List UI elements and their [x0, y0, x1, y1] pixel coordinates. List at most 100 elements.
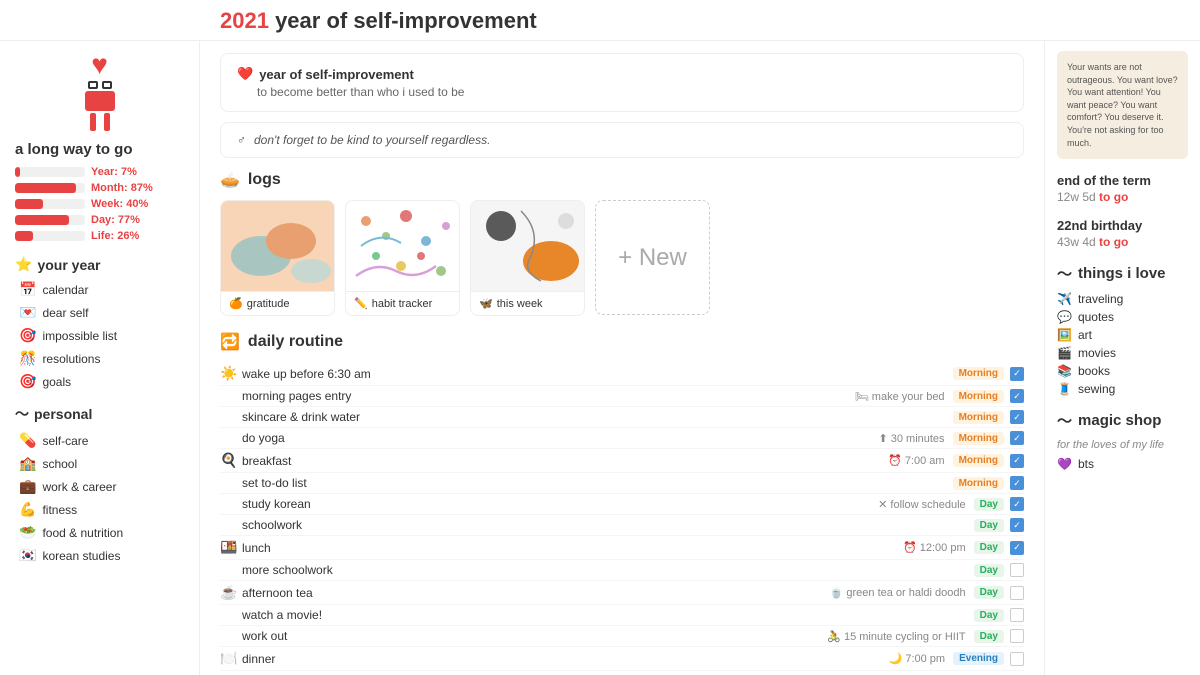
new-log-button[interactable]: + New: [595, 200, 710, 315]
log-thumb: [471, 201, 585, 291]
year-highlight: 2021: [220, 8, 269, 33]
sidebar-item-dear-self[interactable]: 💌dear self: [15, 302, 184, 323]
routine-period: Day: [974, 541, 1004, 554]
sidebar-label: resolutions: [42, 352, 100, 366]
avatar-section: ♥: [15, 51, 184, 131]
sidebar-icon: 📅: [19, 281, 36, 298]
sidebar-item-impossible-list[interactable]: 🎯impossible list: [15, 325, 184, 346]
quote-card: Your wants are not outrageous. You want …: [1057, 51, 1188, 159]
routine-checkbox[interactable]: [1010, 629, 1024, 643]
log-card-this-week[interactable]: 🦋 this week: [470, 200, 585, 316]
log-label: 🦋 this week: [471, 291, 584, 315]
page-wrapper: 2021 year of self-improvement ♥: [0, 0, 1200, 675]
magic-item-bts[interactable]: 💜bts: [1057, 457, 1188, 471]
milestone-item: 22nd birthday 43w 4d to go: [1057, 218, 1188, 249]
routine-checkbox[interactable]: [1010, 563, 1024, 577]
routine-checkbox[interactable]: [1010, 586, 1024, 600]
routine-checkbox[interactable]: ✓: [1010, 518, 1024, 532]
routine-item-name: afternoon tea: [242, 586, 830, 600]
sidebar-item-korean-studies[interactable]: 🇰🇷korean studies: [15, 545, 184, 566]
log-card-gratitude[interactable]: 🍊 gratitude: [220, 200, 335, 316]
wave3-icon: 〜: [1057, 410, 1072, 431]
things-item-books[interactable]: 📚books: [1057, 364, 1188, 378]
routine-item-name: morning pages entry: [242, 389, 855, 403]
log-thumb: [221, 201, 335, 291]
progress-label: Day: 77%: [91, 214, 140, 226]
routine-row: do yoga ⬆ 30 minutes Morning ✓: [220, 428, 1024, 449]
routine-item-note: 🚴 15 minute cycling or HIIT: [827, 630, 965, 643]
things-item-art[interactable]: 🖼️art: [1057, 328, 1188, 342]
sidebar-item-work-&-career[interactable]: 💼work & career: [15, 476, 184, 497]
logs-grid: 🍊 gratitude ✏️ habit tracker 🦋 this week: [220, 200, 1024, 316]
magic-section: 〜 magic shop for the loves of my life 💜b…: [1057, 410, 1188, 471]
progress-bar-fill: [15, 167, 20, 177]
routine-period: Day: [974, 630, 1004, 643]
magic-list: 💜bts: [1057, 457, 1188, 471]
sidebar-label: fitness: [42, 503, 77, 517]
things-label: movies: [1078, 346, 1116, 360]
pie-icon: 🥧: [220, 170, 240, 190]
page-header: 2021 year of self-improvement: [0, 0, 1200, 41]
sidebar-label: self-care: [42, 434, 88, 448]
avatar-legs: [90, 113, 110, 131]
leg-left: [90, 113, 96, 131]
things-icon: 🎬: [1057, 346, 1072, 360]
log-label: ✏️ habit tracker: [346, 291, 459, 315]
things-icon: 🧵: [1057, 382, 1072, 396]
routine-row: 🍱 lunch ⏰ 12:00 pm Day ✓: [220, 536, 1024, 560]
routine-item-note: 🌙 7:00 pm: [889, 652, 946, 665]
sidebar-item-school[interactable]: 🏫school: [15, 453, 184, 474]
log-card-habit-tracker[interactable]: ✏️ habit tracker: [345, 200, 460, 316]
things-item-traveling[interactable]: ✈️traveling: [1057, 292, 1188, 306]
things-item-movies[interactable]: 🎬 movies: [1057, 346, 1188, 360]
sidebar-item-food-&-nutrition[interactable]: 🥗food & nutrition: [15, 522, 184, 543]
routine-row: ☀️ wake up before 6:30 am Morning ✓: [220, 362, 1024, 386]
avatar: ♥: [70, 51, 130, 131]
routine-checkbox[interactable]: ✓: [1010, 541, 1024, 555]
things-item-quotes[interactable]: 💬quotes: [1057, 310, 1188, 324]
sidebar-item-goals[interactable]: 🎯goals: [15, 371, 184, 392]
things-item-sewing[interactable]: 🧵sewing: [1057, 382, 1188, 396]
routine-period: Evening: [953, 652, 1004, 665]
goal-title: ❤️ year of self-improvement: [237, 66, 1007, 82]
avatar-body: [85, 91, 115, 111]
progress-item: Day: 77%: [15, 214, 184, 226]
routine-checkbox[interactable]: [1010, 608, 1024, 622]
routine-checkbox[interactable]: ✓: [1010, 497, 1024, 511]
routine-item-note: ⏰ 7:00 am: [888, 454, 945, 467]
routine-item-name: set to-do list: [242, 476, 945, 490]
routine-period: Morning: [953, 432, 1004, 445]
sidebar-item-self-care[interactable]: 💊self-care: [15, 430, 184, 451]
left-sidebar: ♥ a long way to go Year: 7%: [0, 41, 200, 675]
progress-bar-wrap: [15, 215, 85, 225]
progress-label: Month: 87%: [91, 182, 153, 194]
routine-item-name: breakfast: [242, 454, 888, 468]
sidebar-icon: 💪: [19, 501, 36, 518]
things-label: art: [1078, 328, 1092, 342]
progress-label: Week: 40%: [91, 198, 148, 210]
routine-checkbox[interactable]: ✓: [1010, 454, 1024, 468]
sidebar-item-fitness[interactable]: 💪 fitness: [15, 499, 184, 520]
routine-row: more schoolwork Day: [220, 560, 1024, 581]
progress-item: Year: 7%: [15, 166, 184, 178]
routine-checkbox[interactable]: ✓: [1010, 367, 1024, 381]
progress-bar-fill: [15, 199, 43, 209]
routine-item-note: ⏰ 12:00 pm: [903, 541, 966, 554]
sidebar-item-resolutions[interactable]: 🎊resolutions: [15, 348, 184, 369]
sidebar-label: food & nutrition: [42, 526, 123, 540]
sidebar-icon: 🎯: [19, 327, 36, 344]
routine-checkbox[interactable]: ✓: [1010, 389, 1024, 403]
milestone-title: end of the term: [1057, 173, 1188, 188]
log-label: 🍊 gratitude: [221, 291, 334, 315]
routine-checkbox[interactable]: [1010, 652, 1024, 666]
routine-checkbox[interactable]: ✓: [1010, 410, 1024, 424]
sidebar-item-calendar[interactable]: 📅calendar: [15, 279, 184, 300]
routine-icon: 🔁: [220, 332, 240, 352]
logs-section-title: 🥧 logs: [220, 170, 1024, 190]
routine-checkbox[interactable]: ✓: [1010, 476, 1024, 490]
to-go: to go: [1099, 235, 1128, 249]
routine-checkbox[interactable]: ✓: [1010, 431, 1024, 445]
routine-row: study korean ✕ follow schedule Day ✓: [220, 494, 1024, 515]
sidebar-icon: 💌: [19, 304, 36, 321]
reminder-icon: ♂: [237, 133, 246, 147]
